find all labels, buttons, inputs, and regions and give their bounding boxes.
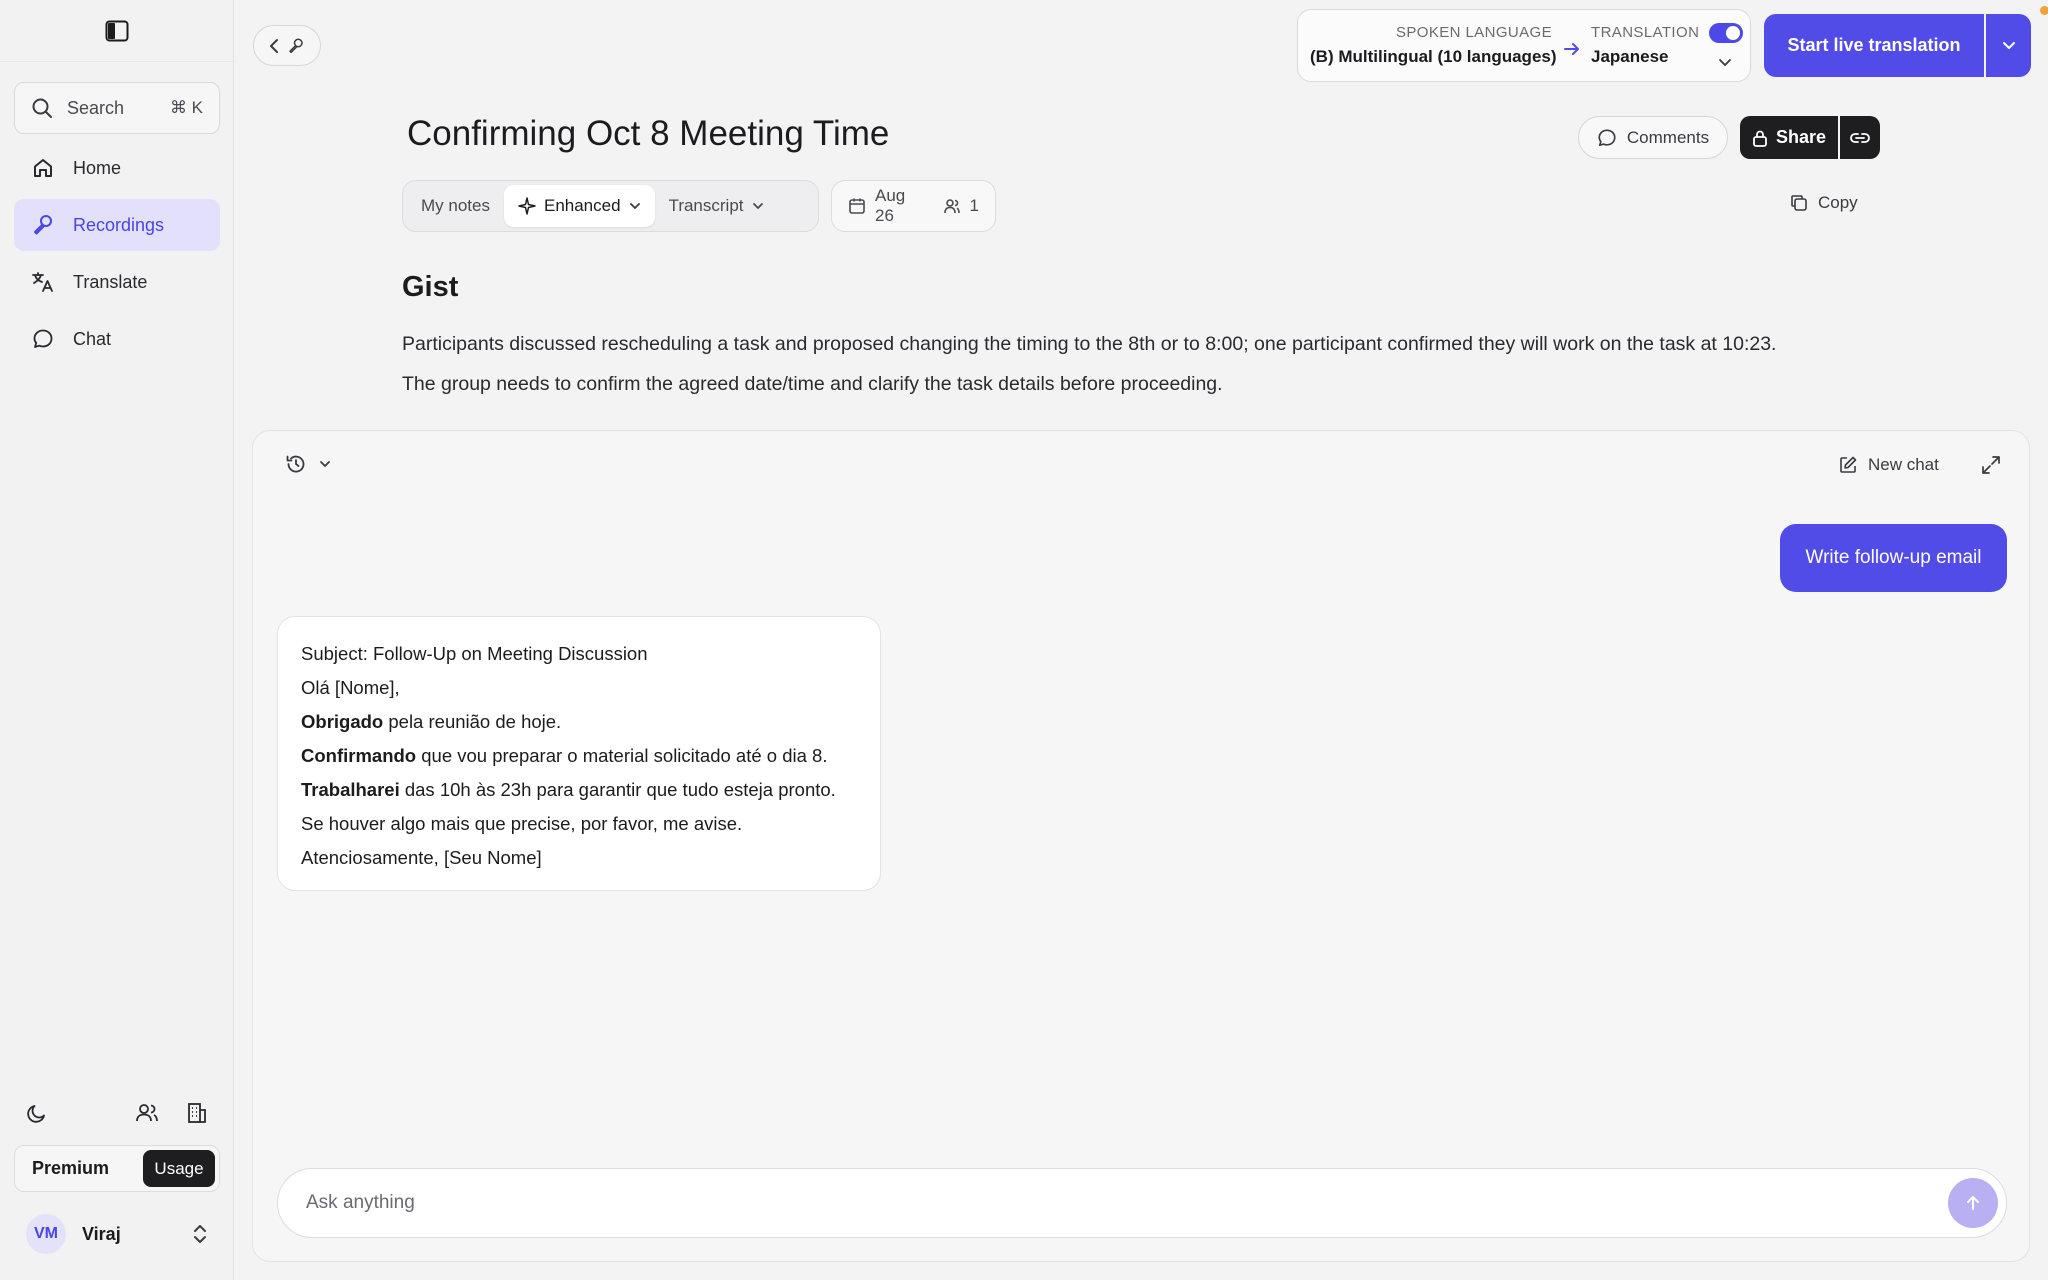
chat-panel: New chat Write follow-up email Subject: … <box>252 430 2030 1262</box>
sparkle-icon <box>518 197 536 215</box>
arrow-up-icon <box>1967 1196 1979 1210</box>
sidebar-header <box>0 0 233 62</box>
meeting-date: Aug 26 <box>875 186 906 225</box>
chevron-down-icon <box>752 202 764 210</box>
translation-toggle[interactable] <box>1709 23 1743 43</box>
translation-label: TRANSLATION <box>1591 24 1700 41</box>
reply-line: Subject: Follow-Up on Meeting Discussion <box>301 643 648 664</box>
sidebar-item-label: Recordings <box>73 214 165 235</box>
microphone-icon <box>31 213 55 237</box>
share-button[interactable]: Share <box>1740 116 1838 159</box>
chevron-down-icon[interactable] <box>1718 58 1732 68</box>
plan-name: Premium <box>32 1158 110 1178</box>
tab-label: My notes <box>421 196 490 215</box>
tab-enhanced[interactable]: Enhanced <box>503 185 655 227</box>
chevron-left-icon <box>269 38 279 54</box>
reply-line: Confirmando que vou preparar o material … <box>301 745 828 766</box>
notification-dot <box>2040 6 2048 15</box>
team-members-icon[interactable] <box>132 1098 162 1128</box>
copy-link-button[interactable] <box>1840 116 1880 159</box>
spoken-language-value: (B) Multilingual (10 languages) <box>1310 47 1557 66</box>
history-icon <box>285 453 307 475</box>
tab-label: Transcript <box>668 196 744 215</box>
gist-heading: Gist <box>402 271 459 303</box>
sidebar-item-label: Translate <box>73 271 148 292</box>
view-tabs: My notes Enhanced Transcript <box>402 180 819 232</box>
microphone-icon <box>287 37 305 55</box>
reply-line: Olá [Nome], <box>301 677 400 698</box>
search-shortcut: ⌘ K <box>169 98 203 117</box>
expand-icon[interactable] <box>1981 455 2001 475</box>
usage-button[interactable]: Usage <box>143 1150 215 1187</box>
chat-input[interactable] <box>306 1192 1948 1214</box>
user-message: Write follow-up email <box>1780 524 2007 592</box>
copy-icon <box>1790 194 1808 212</box>
user-name: Viraj <box>82 1223 121 1244</box>
search-icon <box>31 97 53 119</box>
translate-icon <box>31 270 55 294</box>
chevron-down-icon <box>2002 41 2016 51</box>
search-label: Search <box>67 97 125 118</box>
avatar: VM <box>26 1214 66 1254</box>
start-live-translation-button[interactable]: Start live translation <box>1764 14 1984 77</box>
calendar-icon <box>848 197 866 215</box>
tab-label: Enhanced <box>543 196 621 215</box>
comments-button[interactable]: Comments <box>1578 116 1728 159</box>
sidebar-nav: Home Recordings Translate Chat <box>14 142 220 370</box>
copy-label: Copy <box>1818 193 1858 212</box>
search-button[interactable]: Search ⌘ K <box>14 82 220 134</box>
back-button[interactable] <box>253 25 321 66</box>
home-icon <box>31 156 55 180</box>
lock-icon <box>1752 129 1768 147</box>
translation-language-value: Japanese <box>1591 47 1669 66</box>
tab-transcript[interactable]: Transcript <box>655 185 778 227</box>
comments-label: Comments <box>1626 127 1710 147</box>
live-translation-options-button[interactable] <box>1986 14 2031 77</box>
gist-summary: Participants discussed rescheduling a ta… <box>402 324 1902 404</box>
sidebar-item-label: Home <box>73 157 122 178</box>
chevron-up-down-icon <box>192 1223 208 1245</box>
reply-line: Obrigado pela reunião de hoje. <box>301 711 562 732</box>
participants-icon <box>943 197 961 215</box>
copy-button[interactable]: Copy <box>1790 193 1858 213</box>
new-chat-label: New chat <box>1868 455 1939 474</box>
plan-usage-box: Premium Usage <box>14 1145 220 1192</box>
page-title: Confirming Oct 8 Meeting Time <box>407 114 890 153</box>
sidebar-item-home[interactable]: Home <box>14 142 220 194</box>
sidebar-item-chat[interactable]: Chat <box>14 313 220 365</box>
sidebar-item-label: Chat <box>73 328 112 349</box>
assistant-reply: Subject: Follow-Up on Meeting Discussion… <box>277 616 881 891</box>
user-account-menu[interactable]: VM Viraj <box>14 1207 220 1261</box>
send-button[interactable] <box>1948 1178 1998 1228</box>
comment-icon <box>1597 128 1617 148</box>
new-chat-button[interactable]: New chat <box>1838 455 1939 475</box>
gist-line: The group needs to confirm the agreed da… <box>402 373 1223 395</box>
dark-mode-moon-icon[interactable] <box>22 1098 52 1128</box>
share-label: Share <box>1775 127 1827 147</box>
chat-composer <box>277 1168 2007 1238</box>
participants-count: 1 <box>969 196 979 215</box>
chat-history-button[interactable] <box>285 453 331 475</box>
meeting-meta[interactable]: Aug 26 1 <box>831 180 996 232</box>
arrow-right-icon <box>1563 40 1581 58</box>
chevron-down-icon <box>629 202 641 210</box>
sidebar: Search ⌘ K Home Recordings Translate Cha… <box>0 0 234 1280</box>
sidebar-item-recordings[interactable]: Recordings <box>14 199 220 251</box>
edit-icon <box>1838 455 1858 475</box>
reply-line: Atenciosamente, [Seu Nome] <box>301 847 542 868</box>
spoken-language-label: SPOKEN LANGUAGE <box>1395 24 1552 41</box>
reply-line: Se houver algo mais que precise, por fav… <box>301 813 743 834</box>
link-icon <box>1850 132 1870 144</box>
gist-line: Participants discussed rescheduling a ta… <box>402 333 1777 355</box>
sidebar-item-translate[interactable]: Translate <box>14 256 220 308</box>
chevron-down-icon <box>319 460 331 468</box>
chat-bubble-icon <box>31 327 55 351</box>
tab-my-notes[interactable]: My notes <box>407 185 504 227</box>
organization-building-icon[interactable] <box>182 1098 212 1128</box>
sidebar-toggle-icon[interactable] <box>103 17 131 45</box>
language-selector[interactable]: SPOKEN LANGUAGE (B) Multilingual (10 lan… <box>1297 9 1751 82</box>
sidebar-utility-icons <box>22 1098 212 1128</box>
reply-line: Trabalharei das 10h às 23h para garantir… <box>301 779 836 800</box>
